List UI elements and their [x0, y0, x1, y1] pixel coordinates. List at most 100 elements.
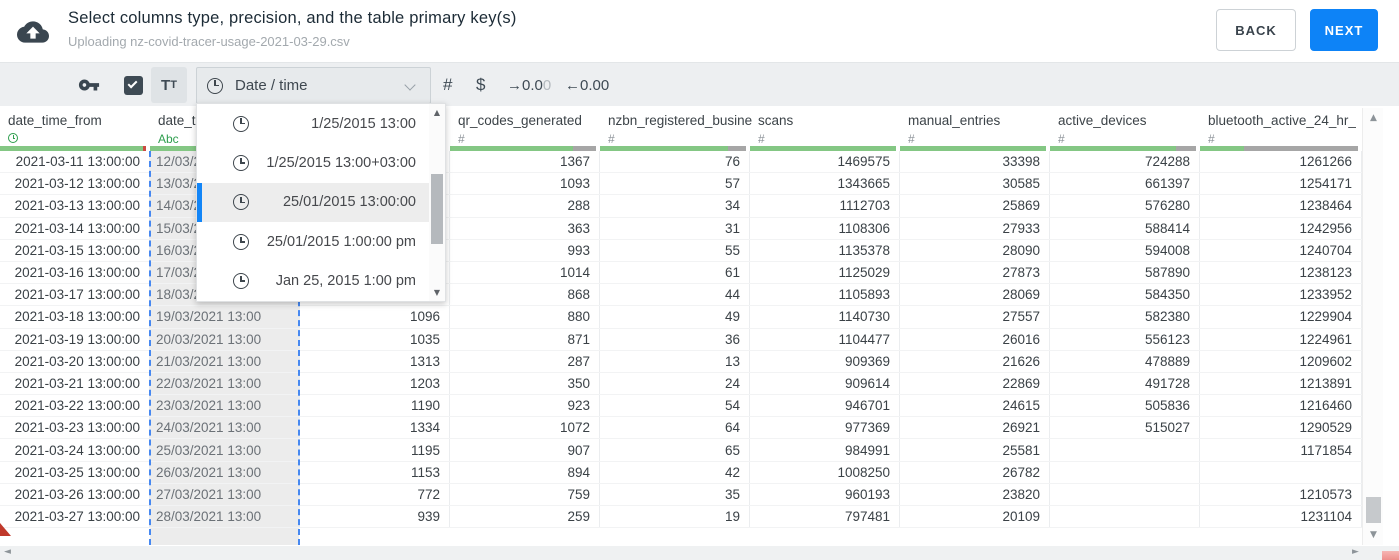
currency-type-button[interactable]: $	[476, 63, 485, 107]
upload-status-text: Uploading nz-covid-tracer-usage-2021-03-…	[68, 34, 350, 49]
datetime-format-select[interactable]: Date / time	[196, 67, 431, 104]
table-cell: 25869	[900, 195, 1050, 217]
table-cell: 1035	[300, 328, 450, 350]
table-cell: 2021-03-22 13:00:00	[0, 395, 150, 417]
scroll-left-icon[interactable]: ◄	[4, 547, 11, 557]
table-cell: 22/03/2021 13:00	[150, 372, 300, 395]
datetime-format-option[interactable]: 25/01/2015 1:00:00 pm	[197, 222, 430, 261]
column-header[interactable]: active_devices #	[1050, 108, 1200, 146]
dropdown-scrollbar[interactable]: ▲ ▼	[429, 104, 445, 301]
table-row: 2021-03-26 13:00:00 27/03/2021 13:00 772 75…	[0, 483, 1362, 506]
table-cell: 21/03/2021 13:00	[150, 350, 300, 372]
column-name: date_t	[158, 113, 196, 128]
table-cell: 2021-03-18 13:00:00	[0, 306, 150, 328]
back-button[interactable]: BACK	[1216, 9, 1296, 51]
column-type-toolbar: TT Date / time # $ →0.0 0 ←0.00	[0, 62, 1399, 106]
column-name: date_time_from	[8, 113, 102, 128]
table-cell: 1153	[300, 461, 450, 483]
horizontal-scrollbar[interactable]: ◄ ►	[0, 546, 1399, 560]
table-cell: 2021-03-20 13:00:00	[0, 350, 150, 372]
scroll-up-icon[interactable]: ▲	[1363, 113, 1384, 123]
table-cell: 594008	[1050, 239, 1200, 261]
column-header[interactable]: nzbn_registered_busine #	[600, 108, 753, 146]
datetime-select-value: Date / time	[235, 77, 308, 94]
scroll-up-icon[interactable]: ▲	[429, 108, 445, 117]
table-cell: 505836	[1050, 395, 1200, 417]
table-cell: 1313	[300, 350, 450, 372]
clock-icon	[207, 77, 223, 94]
table-cell: 587890	[1050, 261, 1200, 284]
table-cell: 1203	[300, 372, 450, 395]
table-cell: 759	[450, 483, 600, 505]
vertical-scrollbar[interactable]: ▲ ▼	[1362, 108, 1383, 545]
datetime-format-option-label: Jan 25, 2015 1:00 pm	[275, 273, 416, 290]
table-cell: 30585	[900, 173, 1050, 195]
table-cell: 1334	[300, 417, 450, 439]
table-cell: 1112703	[750, 195, 900, 217]
table-cell: 1242956	[1200, 217, 1362, 239]
datetime-format-option[interactable]: 1/25/2015 13:00+03:00	[197, 143, 430, 182]
table-cell: 23/03/2021 13:00	[150, 395, 300, 417]
column-name: manual_entries	[908, 113, 1001, 128]
integer-type-button[interactable]: #	[443, 63, 452, 107]
table-row: 2021-03-21 13:00:00 22/03/2021 13:00 1203 3…	[0, 372, 1362, 396]
table-cell: 54	[600, 395, 750, 417]
table-cell: 1231104	[1200, 506, 1362, 528]
table-cell: 27933	[900, 217, 1050, 239]
column-header[interactable]: manual_entries #	[900, 108, 1050, 146]
scroll-down-icon[interactable]: ▼	[429, 288, 445, 297]
table-cell: 1171854	[1200, 439, 1362, 461]
table-cell: 923	[450, 395, 600, 417]
increase-decimal-muted: 0	[542, 76, 552, 94]
datetime-format-option-label: 1/25/2015 13:00	[311, 115, 416, 132]
primary-key-button[interactable]	[78, 63, 100, 107]
table-cell: 26921	[900, 417, 1050, 439]
table-cell: 868	[450, 284, 600, 306]
column-header[interactable]: date_time_from	[0, 108, 150, 146]
text-type-button[interactable]: TT	[151, 67, 187, 103]
table-cell: 25/03/2021 13:00	[150, 439, 300, 461]
datetime-format-option[interactable]: 1/25/2015 13:00	[197, 104, 430, 143]
table-cell: 21626	[900, 350, 1050, 372]
column-header[interactable]: bluetooth_active_24_hr_ #	[1200, 108, 1362, 146]
increase-decimal-button[interactable]: →0.0 0	[507, 63, 551, 107]
boolean-type-checkbox[interactable]	[124, 76, 143, 95]
table-cell: 993	[450, 239, 600, 261]
table-cell: 797481	[750, 506, 900, 528]
vertical-scrollbar-thumb[interactable]	[1366, 497, 1381, 523]
table-cell: 1229904	[1200, 306, 1362, 328]
table-cell: 31	[600, 217, 750, 239]
column-name: nzbn_registered_busine	[608, 113, 753, 128]
chevron-down-icon	[404, 79, 416, 91]
scroll-right-icon[interactable]: ►	[1352, 547, 1359, 557]
decrease-decimal-button[interactable]: ←0.00	[565, 63, 609, 107]
dropdown-scrollbar-thumb[interactable]	[431, 174, 443, 244]
table-cell: 76	[600, 151, 750, 173]
table-cell: 907	[450, 439, 600, 461]
table-cell: 582380	[1050, 306, 1200, 328]
datetime-format-option[interactable]: Jan 25, 2015 1:00 pm	[197, 262, 430, 301]
table-cell: 2021-03-11 13:00:00	[0, 151, 150, 173]
column-header[interactable]: qr_codes_generated #	[450, 108, 600, 146]
table-cell: 2021-03-17 13:00:00	[0, 284, 150, 306]
table-cell: 24615	[900, 395, 1050, 417]
scroll-down-icon[interactable]: ▼	[1363, 530, 1384, 540]
selected-column-left-border	[149, 151, 151, 545]
table-cell: 1290529	[1200, 417, 1362, 439]
datetime-format-option-label: 25/01/2015 1:00:00 pm	[266, 233, 416, 250]
clock-icon	[233, 194, 249, 211]
table-cell: 1014	[450, 261, 600, 284]
datetime-format-option[interactable]: 25/01/2015 13:00:00	[197, 182, 430, 223]
table-cell: 28090	[900, 239, 1050, 261]
table-cell: 1104477	[750, 328, 900, 350]
table-row: 2021-03-18 13:00:00 19/03/2021 13:00 1096 8…	[0, 306, 1362, 329]
table-cell: 1096	[300, 306, 450, 328]
clock-icon	[233, 273, 249, 290]
column-header[interactable]: scans #	[750, 108, 900, 146]
table-cell: 24/03/2021 13:00	[150, 417, 300, 439]
table-cell: 363	[450, 217, 600, 239]
table-cell: 909369	[750, 350, 900, 372]
table-cell: 25581	[900, 439, 1050, 461]
next-button[interactable]: NEXT	[1310, 9, 1378, 51]
table-cell: 35	[600, 483, 750, 505]
